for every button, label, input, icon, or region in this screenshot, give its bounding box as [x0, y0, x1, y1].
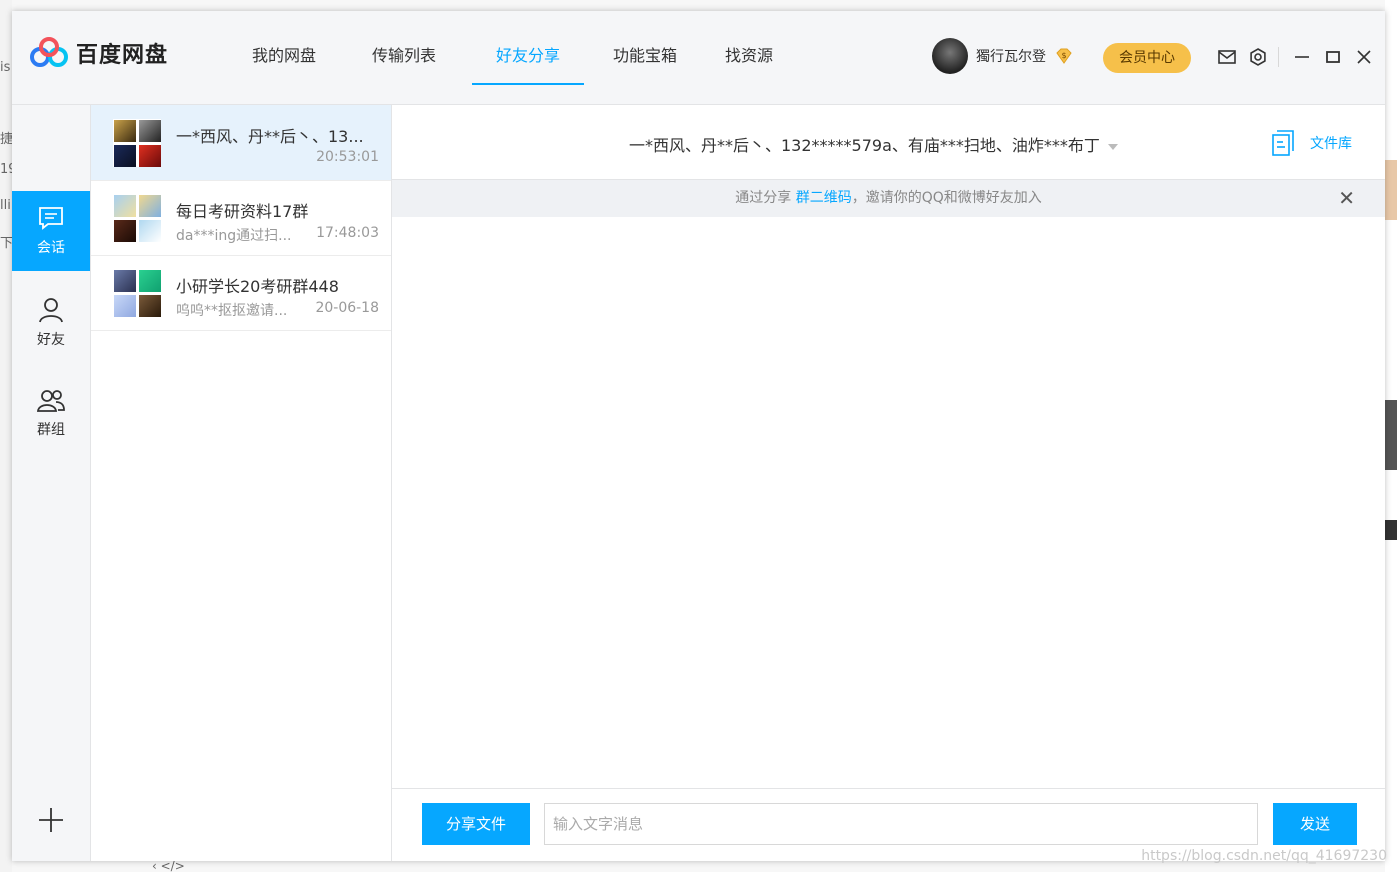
watermark: https://blog.csdn.net/qq_41697230	[1141, 848, 1387, 864]
member-avatar	[114, 220, 136, 242]
baidu-netdisk-logo-icon	[30, 37, 68, 67]
nav-transfer-list[interactable]: 传输列表	[344, 11, 464, 104]
app-brand: 百度网盘	[76, 43, 169, 68]
invite-notice-bar: 通过分享 群二维码，邀请你的QQ和微博好友加入 ✕	[392, 180, 1385, 217]
app-logo: 百度网盘	[30, 37, 168, 69]
chat-icon	[39, 207, 63, 230]
conversation-time: 20:53:01	[316, 149, 379, 165]
file-library-icon	[1272, 130, 1294, 156]
chat-panel: 一*西风、丹**后丶、132*****579a、有庙***扫地、油炸***布丁 …	[392, 105, 1385, 861]
avatar[interactable]	[932, 38, 968, 74]
username[interactable]: 獨行瓦尔登	[976, 46, 1046, 66]
toolbar-separator	[1278, 47, 1279, 67]
vip-diamond-icon[interactable]: $	[1054, 46, 1074, 66]
chevron-down-icon[interactable]	[1107, 143, 1118, 150]
member-avatar	[139, 120, 161, 142]
member-avatar	[114, 270, 136, 292]
send-button[interactable]: 发送	[1273, 803, 1357, 845]
nav-label: 我的网盘	[251, 46, 316, 65]
list-item[interactable]: 一*西风、丹**后丶、13... 20:53:01	[91, 105, 391, 181]
left-rail: 会话 好友 群组	[12, 105, 91, 861]
nav-label: 功能宝箱	[612, 46, 677, 65]
member-avatar	[139, 145, 161, 167]
settings-gear-icon[interactable]	[1248, 47, 1268, 67]
minimize-button[interactable]	[1289, 44, 1315, 70]
conversation-preview: 呜呜**抠抠邀请...	[176, 303, 288, 319]
member-avatar	[139, 195, 161, 217]
svg-text:$: $	[1061, 51, 1066, 60]
rail-item-conversations[interactable]: 会话	[12, 191, 90, 271]
top-bar: 百度网盘 我的网盘 传输列表 好友分享 功能宝箱 找资源 獨行瓦尔登 $ 会员中…	[12, 11, 1385, 105]
notice-close-icon[interactable]: ✕	[1338, 180, 1355, 217]
nav-find-resources[interactable]: 找资源	[704, 11, 794, 104]
rail-label: 好友	[37, 332, 65, 348]
group-icon	[36, 390, 65, 412]
conversation-time: 20-06-18	[315, 300, 379, 316]
user-profile[interactable]: 獨行瓦尔登 $	[932, 38, 1074, 74]
group-avatar	[113, 269, 161, 317]
member-avatar	[114, 120, 136, 142]
nav-friend-share[interactable]: 好友分享	[472, 11, 584, 104]
list-item[interactable]: 小研学长20考研群448 呜呜**抠抠邀请... 20-06-18	[91, 255, 391, 331]
conversation-name: 一*西风、丹**后丶、13...	[176, 127, 364, 146]
notice-prefix: 通过分享	[735, 190, 796, 206]
chat-title[interactable]: 一*西风、丹**后丶、132*****579a、有庙***扫地、油炸***布丁	[629, 132, 1118, 156]
conversation-preview: da***ing通过扫...	[176, 228, 292, 244]
conversation-list: 一*西风、丹**后丶、13... 20:53:01 每日考研资料17群 da**…	[91, 105, 392, 861]
rail-item-friends[interactable]: 好友	[12, 283, 90, 363]
member-avatar	[114, 295, 136, 317]
maximize-button[interactable]	[1320, 44, 1346, 70]
file-library-button[interactable]: 文件库	[1272, 130, 1352, 156]
user-icon	[39, 298, 63, 323]
active-tab-underline	[472, 83, 584, 85]
nav-toolbox[interactable]: 功能宝箱	[586, 11, 704, 104]
notice-suffix: ，邀请你的QQ和微博好友加入	[851, 190, 1042, 206]
list-item[interactable]: 每日考研资料17群 da***ing通过扫... 17:48:03	[91, 180, 391, 256]
background-right-edge	[1385, 0, 1397, 872]
mail-icon[interactable]	[1217, 47, 1237, 67]
chat-header: 一*西风、丹**后丶、132*****579a、有庙***扫地、油炸***布丁 …	[392, 105, 1385, 180]
member-avatar	[139, 295, 161, 317]
main-nav: 我的网盘 传输列表 好友分享 功能宝箱 找资源	[224, 11, 794, 104]
file-library-label: 文件库	[1310, 136, 1352, 152]
group-avatar	[113, 119, 161, 167]
nav-label: 传输列表	[371, 46, 436, 65]
baidu-netdisk-window: 百度网盘 我的网盘 传输列表 好友分享 功能宝箱 找资源 獨行瓦尔登 $ 会员中…	[12, 11, 1385, 861]
member-avatar	[139, 220, 161, 242]
rail-item-groups[interactable]: 群组	[12, 373, 90, 453]
conversation-time: 17:48:03	[316, 225, 379, 241]
member-avatar	[114, 145, 136, 167]
conversation-name: 小研学长20考研群448	[176, 277, 339, 296]
group-qrcode-link[interactable]: 群二维码	[796, 190, 852, 206]
background-top-edge	[12, 0, 1385, 11]
nav-label: 好友分享	[495, 46, 560, 65]
close-window-button[interactable]	[1351, 44, 1377, 70]
nav-my-disk[interactable]: 我的网盘	[224, 11, 344, 104]
member-center-button[interactable]: 会员中心	[1103, 43, 1191, 73]
member-avatar	[114, 195, 136, 217]
message-input[interactable]	[544, 803, 1258, 845]
share-file-button[interactable]: 分享文件	[422, 803, 530, 845]
chat-title-text: 一*西风、丹**后丶、132*****579a、有庙***扫地、油炸***布丁	[629, 136, 1100, 155]
maximize-icon	[1326, 51, 1340, 63]
nav-label: 找资源	[724, 46, 773, 65]
close-icon	[1357, 50, 1371, 64]
rail-label: 会话	[37, 240, 65, 256]
add-icon[interactable]	[36, 805, 66, 835]
member-avatar	[139, 270, 161, 292]
group-avatar	[113, 194, 161, 242]
minimize-icon	[1295, 56, 1309, 58]
rail-label: 群组	[37, 422, 65, 438]
conversation-name: 每日考研资料17群	[176, 202, 309, 221]
